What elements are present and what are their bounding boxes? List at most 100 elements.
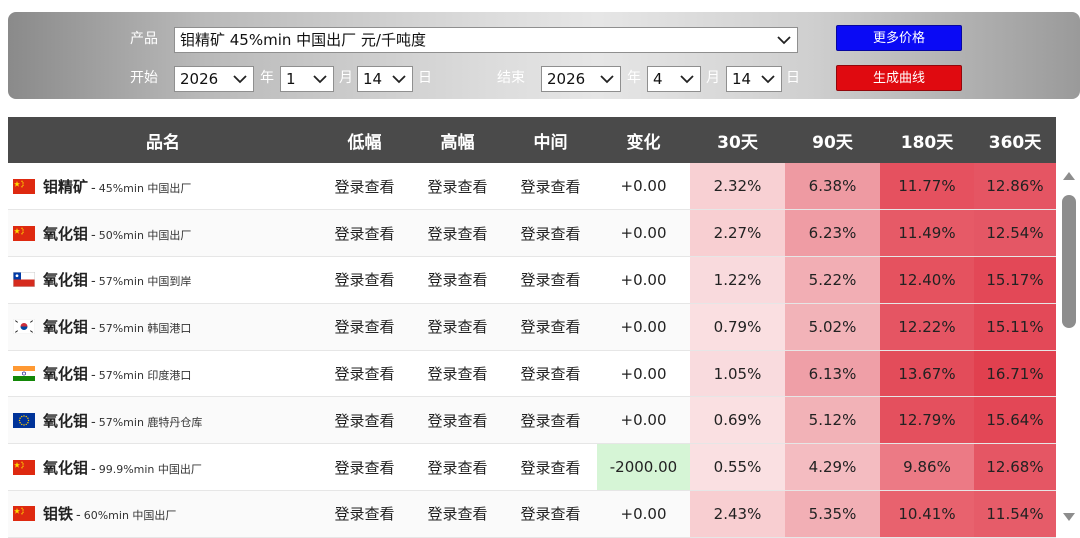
day-unit-label: 日 — [786, 70, 800, 86]
table-row[interactable]: 氧化钼 -57%min 中国到岸 登录查看 登录查看 登录查看 +0.00 1.22% 5.2… — [8, 256, 1056, 304]
chile-flag-icon — [13, 272, 35, 288]
high-cell[interactable]: 登录查看 — [411, 256, 504, 304]
low-cell[interactable]: 登录查看 — [318, 209, 411, 258]
change-cell: +0.00 — [597, 209, 690, 258]
table-row[interactable]: 氧化钼 -99.9%min 中国出厂 登录查看 登录查看 登录查看 -2000.00 0.5… — [8, 443, 1056, 492]
table-row[interactable]: 氧化钼 -57%min 韩国港口 登录查看 登录查看 登录查看 +0.00 0.79% 5.0… — [8, 303, 1056, 351]
table-row[interactable]: 钼精矿 -45%min 中国出厂 登录查看 登录查看 登录查看 +0.00 2.32% 6.3… — [8, 163, 1056, 211]
product-name-cell[interactable]: 氧化钼 -50%min 中国出厂 — [8, 209, 318, 258]
year-unit-label: 年 — [260, 70, 274, 86]
mid-cell[interactable]: 登录查看 — [504, 256, 597, 304]
table-row[interactable]: 氧化钼 -57%min 印度港口 登录查看 登录查看 登录查看 +0.00 1.05% 6.1… — [8, 350, 1056, 398]
pct-30d-cell: 0.55% — [690, 443, 785, 492]
table-header-row: 品名 低幅 高幅 中间 变化 30天 90天 180天 360天 — [8, 117, 1056, 163]
start-month-value: 1 — [286, 70, 296, 88]
pct-30d-cell: 2.27% — [690, 209, 785, 258]
column-header[interactable]: 90天 — [785, 117, 880, 163]
start-month-select[interactable]: 1 — [280, 66, 334, 92]
vertical-scrollbar[interactable] — [1058, 163, 1080, 530]
product-name-cell[interactable]: 氧化钼 -57%min 印度港口 — [8, 350, 318, 398]
column-header[interactable]: 高幅 — [411, 117, 504, 163]
product-select[interactable]: 钼精矿 45%min 中国出厂 元/千吨度 — [174, 27, 798, 53]
product-name-cell[interactable]: 氧化钼 -57%min 中国到岸 — [8, 256, 318, 304]
low-cell[interactable]: 登录查看 — [318, 163, 411, 211]
column-header[interactable]: 30天 — [690, 117, 785, 163]
product-name-cell[interactable]: 氧化钼 -99.9%min 中国出厂 — [8, 443, 318, 492]
pct-90d-cell: 5.35% — [785, 490, 880, 538]
high-cell[interactable]: 登录查看 — [411, 209, 504, 258]
low-cell[interactable]: 登录查看 — [318, 303, 411, 351]
more-prices-button[interactable]: 更多价格 — [836, 25, 962, 51]
mid-cell[interactable]: 登录查看 — [504, 443, 597, 492]
pct-30d-cell: 1.05% — [690, 350, 785, 398]
start-label: 开始 — [130, 70, 158, 86]
separator-dash: - — [91, 274, 96, 290]
column-header[interactable]: 低幅 — [318, 117, 411, 163]
low-cell[interactable]: 登录查看 — [318, 490, 411, 538]
product-desc: 57%min 中国到岸 — [98, 275, 192, 289]
start-year-select[interactable]: 2026 — [174, 66, 254, 92]
start-day-select[interactable]: 14 — [357, 66, 413, 92]
low-cell[interactable]: 登录查看 — [318, 443, 411, 492]
separator-dash: - — [91, 461, 96, 477]
mid-cell[interactable]: 登录查看 — [504, 209, 597, 258]
table-row[interactable]: 氧化钼 -57%min 鹿特丹仓库 登录查看 登录查看 登录查看 +0.00 0.69% 5.… — [8, 396, 1056, 445]
chevron-down-icon — [313, 75, 327, 84]
pct-30d-cell: 2.32% — [690, 163, 785, 211]
low-cell[interactable]: 登录查看 — [318, 256, 411, 304]
pct-360d-cell: 16.71% — [974, 350, 1056, 398]
high-cell[interactable]: 登录查看 — [411, 163, 504, 211]
change-cell: +0.00 — [597, 163, 690, 211]
pct-180d-cell: 9.86% — [880, 443, 974, 492]
table-row[interactable]: 氧化钼 -50%min 中国出厂 登录查看 登录查看 登录查看 +0.00 2.27% 6.2… — [8, 209, 1056, 258]
mid-cell[interactable]: 登录查看 — [504, 490, 597, 538]
mid-cell[interactable]: 登录查看 — [504, 303, 597, 351]
separator-dash: - — [91, 368, 96, 384]
product-name: 氧化钼 — [43, 458, 89, 477]
day-unit-label: 日 — [418, 70, 432, 86]
month-unit-label: 月 — [706, 70, 720, 86]
scroll-up-arrow-icon[interactable] — [1062, 171, 1076, 181]
generate-curve-button[interactable]: 生成曲线 — [836, 65, 962, 91]
product-name-cell[interactable]: 氧化钼 -57%min 韩国港口 — [8, 303, 318, 351]
change-cell: +0.00 — [597, 350, 690, 398]
chevron-down-icon — [777, 36, 791, 45]
high-cell[interactable]: 登录查看 — [411, 303, 504, 351]
separator-dash: - — [91, 227, 96, 243]
chevron-down-icon — [761, 75, 775, 84]
column-header[interactable]: 变化 — [597, 117, 690, 163]
product-name-cell[interactable]: 氧化钼 -57%min 鹿特丹仓库 — [8, 396, 318, 445]
table-row[interactable]: 钼铁 -60%min 中国出厂 登录查看 登录查看 登录查看 +0.00 2.43% 5.35… — [8, 490, 1056, 538]
high-cell[interactable]: 登录查看 — [411, 350, 504, 398]
chevron-down-icon — [680, 75, 694, 84]
low-cell[interactable]: 登录查看 — [318, 350, 411, 398]
mid-cell[interactable]: 登录查看 — [504, 396, 597, 445]
column-header[interactable]: 180天 — [880, 117, 974, 163]
mid-cell[interactable]: 登录查看 — [504, 350, 597, 398]
mid-cell[interactable]: 登录查看 — [504, 163, 597, 211]
china-flag-icon — [13, 506, 35, 522]
end-label: 结束 — [497, 70, 525, 86]
end-day-select[interactable]: 14 — [726, 66, 782, 92]
high-cell[interactable]: 登录查看 — [411, 396, 504, 445]
month-unit-label: 月 — [339, 70, 353, 86]
scrollbar-thumb[interactable] — [1062, 195, 1076, 328]
end-year-select[interactable]: 2026 — [541, 66, 621, 92]
pct-90d-cell: 6.13% — [785, 350, 880, 398]
product-name-cell[interactable]: 钼精矿 -45%min 中国出厂 — [8, 163, 318, 211]
product-select-value: 钼精矿 45%min 中国出厂 元/千吨度 — [180, 31, 426, 49]
column-header[interactable]: 中间 — [504, 117, 597, 163]
scroll-down-arrow-icon[interactable] — [1062, 512, 1076, 522]
high-cell[interactable]: 登录查看 — [411, 443, 504, 492]
column-header[interactable]: 360天 — [974, 117, 1056, 163]
product-desc: 45%min 中国出厂 — [98, 181, 192, 195]
column-header[interactable]: 品名 — [8, 117, 318, 163]
eu-flag-icon — [13, 412, 35, 428]
end-month-select[interactable]: 4 — [647, 66, 701, 92]
product-name-cell[interactable]: 钼铁 -60%min 中国出厂 — [8, 490, 318, 538]
low-cell[interactable]: 登录查看 — [318, 396, 411, 445]
high-cell[interactable]: 登录查看 — [411, 490, 504, 538]
start-year-value: 2026 — [180, 70, 219, 88]
change-cell: +0.00 — [597, 490, 690, 538]
product-label: 产品 — [130, 31, 158, 47]
